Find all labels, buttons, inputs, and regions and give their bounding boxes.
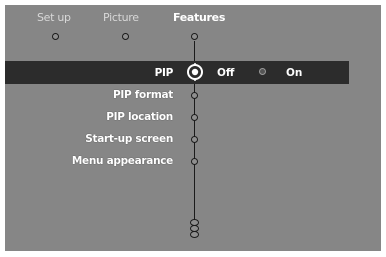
tab-features[interactable]: Features [173, 11, 225, 24]
tab-setup-node-icon [52, 33, 59, 40]
option-on-radio-icon[interactable] [259, 68, 266, 75]
menu-item-startup-screen[interactable]: Start-up screen [85, 133, 173, 145]
tab-picture[interactable]: Picture [103, 11, 139, 24]
menu-item-menu-appearance[interactable]: Menu appearance [72, 155, 173, 167]
more-items-icon [190, 231, 199, 238]
tab-setup[interactable]: Set up [37, 11, 71, 24]
tv-menu-screen: Set up Picture Features PIP PIP format P… [5, 5, 381, 251]
tab-picture-node-icon [122, 33, 129, 40]
option-on[interactable]: On [286, 67, 302, 79]
menu-item-node-icon [191, 92, 198, 99]
menu-item-node-icon [191, 158, 198, 165]
tab-features-node-icon [191, 33, 198, 40]
option-off[interactable]: Off [217, 67, 234, 79]
menu-item-node-icon [191, 114, 198, 121]
menu-item-pip-format[interactable]: PIP format [113, 89, 173, 101]
menu-item-pip[interactable]: PIP [155, 67, 174, 79]
selected-ring-icon [187, 63, 203, 81]
menu-item-pip-location[interactable]: PIP location [106, 111, 173, 123]
menu-item-node-icon [191, 136, 198, 143]
